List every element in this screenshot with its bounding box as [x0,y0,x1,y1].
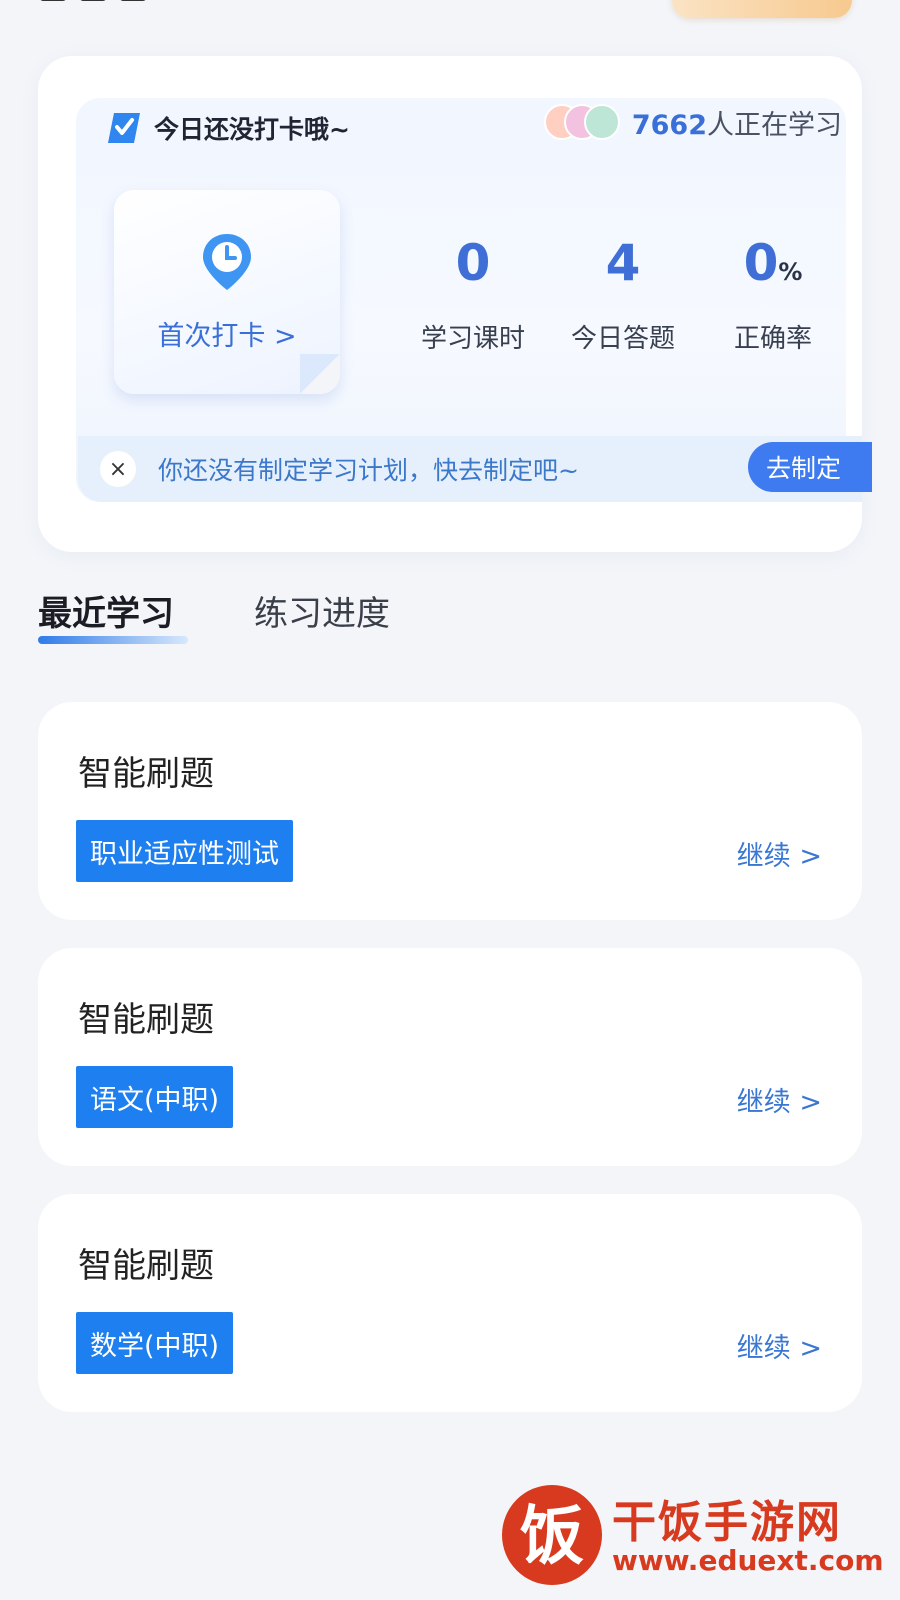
learner-label: 人正在学习 [707,109,842,141]
tab-practice-progress[interactable]: 练习进度 [254,586,390,656]
study-plan-banner: × 你还没有制定学习计划，快去制定吧~ 去制定 [78,436,872,502]
subject-tag: 语文(中职) [76,1066,234,1128]
make-plan-button[interactable]: 去制定 [748,442,872,492]
study-tabs: 最近学习 练习进度 [38,586,390,656]
header-title-fragment [40,0,200,10]
avatar [583,104,620,140]
continue-link[interactable]: 继续 > [737,834,822,873]
stat-value: 4 [605,234,641,292]
study-card[interactable]: 智能刷题 数学(中职) 继续 > [38,1194,862,1412]
watermark-logo: 饭 [502,1485,602,1585]
tab-active-indicator [38,636,188,644]
learners-now: 7662人正在学习 [543,100,842,144]
first-checkin-label: 首次打卡 > [157,320,297,352]
stat-label: 今日答题 [570,324,675,354]
stats-row: 0 学习课时 4 今日答题 0% 正确率 [398,232,848,355]
watermark-logo-char: 饭 [520,1500,584,1574]
header-banner-fragment[interactable] [672,0,852,18]
study-card[interactable]: 智能刷题 职业适应性测试 继续 > [38,702,862,920]
ticket-fold [300,354,340,394]
watermark-site-url: www.eduext.com [612,1544,884,1577]
subject-tag: 数学(中职) [76,1312,234,1374]
learner-count: 7662 [631,109,707,141]
clock-pin-icon [203,233,251,290]
stat-accuracy: 0% 正确率 [698,232,848,355]
stat-label: 正确率 [733,324,812,354]
stat-label: 学习课时 [420,324,525,354]
checkin-status: 今日还没打卡哦~ [106,100,350,156]
stat-answers-today: 4 今日答题 [548,232,698,355]
stat-value: 0 [743,234,779,292]
close-icon[interactable]: × [100,451,136,487]
study-card-title: 智能刷题 [78,1246,214,1286]
tab-label: 练习进度 [254,594,390,634]
top-header-fragment [0,0,900,40]
study-card[interactable]: 智能刷题 语文(中职) 继续 > [38,948,862,1166]
checkin-ticket-icon [108,113,140,143]
learner-avatars [543,102,620,142]
study-plan-message: 你还没有制定学习计划，快去制定吧~ [158,456,579,485]
checkin-status-text: 今日还没打卡哦~ [154,115,350,144]
watermark-site-name: 干饭手游网 [612,1497,842,1548]
tab-recent-study[interactable]: 最近学习 [38,586,188,656]
study-card-title: 智能刷题 [78,1000,214,1040]
first-checkin-button[interactable]: 首次打卡 > [114,190,340,394]
subject-tag: 职业适应性测试 [76,820,293,882]
stat-value: 0 [455,234,491,292]
continue-link[interactable]: 继续 > [737,1080,822,1119]
stat-study-hours: 0 学习课时 [398,232,548,355]
study-card-title: 智能刷题 [78,754,214,794]
stat-unit: % [778,258,803,286]
tab-label: 最近学习 [38,594,174,634]
continue-link[interactable]: 继续 > [737,1326,822,1365]
site-watermark: 饭 干饭手游网 www.eduext.com [500,1480,884,1590]
